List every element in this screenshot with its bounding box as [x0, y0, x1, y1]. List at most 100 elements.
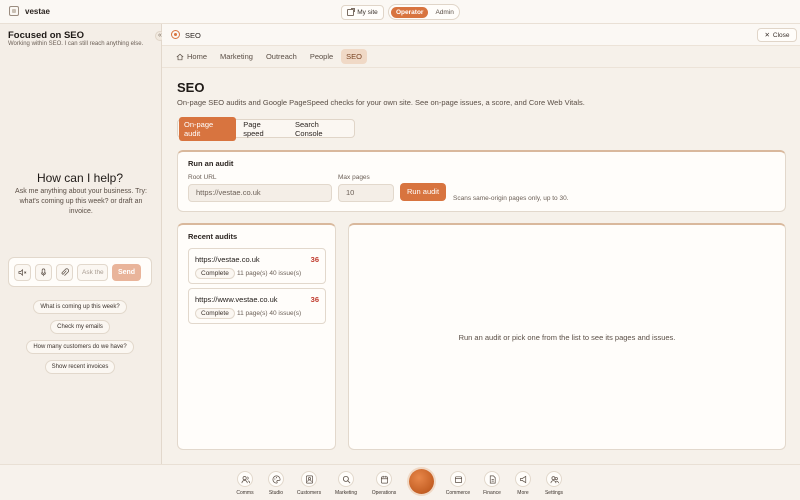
page-header-title: SEO	[185, 31, 201, 40]
audit-url: https://www.vestae.co.uk	[195, 295, 278, 304]
help-subtitle: Ask me anything about your business. Try…	[15, 188, 147, 215]
dock-label: Finance	[483, 490, 501, 496]
suggestion-chip[interactable]: How many customers do we have?	[26, 340, 134, 354]
brand[interactable]: vestae	[9, 6, 50, 16]
run-audit-title: Run an audit	[188, 159, 234, 168]
suggestion-list: What is coming up this week? Check my em…	[0, 300, 160, 380]
dock-label: Commerce	[445, 490, 471, 496]
recent-audits-title: Recent audits	[188, 232, 238, 241]
subtab-on-page-audit[interactable]: On-page audit	[179, 116, 237, 141]
assistant-orb-button[interactable]	[409, 469, 434, 494]
close-button[interactable]: ✕ Close	[757, 28, 797, 42]
audit-list-item[interactable]: https://vestae.co.uk 36 Complete 11 page…	[188, 248, 326, 284]
dock-item-comms[interactable]: Comms	[230, 471, 260, 496]
audit-meta: 11 page(s) 40 issue(s)	[237, 270, 302, 277]
top-bar: vestae My site Operator Admin	[0, 0, 800, 24]
suggestion-chip[interactable]: What is coming up this week?	[33, 300, 127, 314]
audit-list-item[interactable]: https://www.vestae.co.uk 36 Complete 11 …	[188, 288, 326, 324]
calendar-icon	[380, 475, 388, 483]
dock-label: Marketing	[335, 490, 357, 496]
chat-input[interactable]: Ask the	[77, 263, 108, 281]
logo-icon	[9, 6, 19, 16]
tab-marketing[interactable]: Marketing	[215, 49, 258, 64]
microphone-icon	[40, 268, 47, 276]
attach-button[interactable]	[56, 263, 73, 281]
empty-state-message: Run an audit or pick one from the list t…	[458, 333, 676, 342]
close-icon: ✕	[764, 32, 770, 39]
audit-detail-panel: Run an audit or pick one from the list t…	[348, 223, 786, 450]
contact-card-icon	[305, 475, 313, 483]
subtab-search-console[interactable]: Search Console	[290, 117, 353, 141]
dock-item-marketing[interactable]: Marketing	[331, 471, 361, 496]
suggestion-chip[interactable]: Check my emails	[50, 320, 110, 334]
subtab-page-speed[interactable]: Page speed	[238, 117, 288, 141]
focus-title: Focused on SEO	[8, 30, 85, 41]
palette-icon	[272, 475, 280, 483]
tab-people[interactable]: People	[305, 49, 338, 64]
dock-label: More	[517, 490, 529, 496]
app-name: vestae	[25, 6, 50, 16]
suggestion-chip[interactable]: Show recent invoices	[44, 360, 116, 374]
mute-icon	[18, 268, 27, 276]
dock-item-finance[interactable]: Finance	[477, 471, 507, 496]
megaphone-icon	[519, 475, 526, 483]
chat-composer: Ask the Send	[8, 257, 152, 287]
page-title: SEO	[177, 80, 205, 95]
dock-item-studio[interactable]: Studio	[261, 471, 291, 496]
status-badge: Complete	[195, 308, 235, 319]
tab-home-label: Home	[187, 52, 208, 61]
dock-item-commerce[interactable]: Commerce	[443, 471, 473, 496]
audit-meta: 11 page(s) 40 issue(s)	[237, 310, 302, 317]
dock-label: Customers	[296, 490, 322, 496]
audit-score: 36	[310, 255, 319, 264]
role-admin-option[interactable]: Admin	[430, 7, 458, 18]
max-pages-input[interactable]: 10	[338, 184, 394, 202]
help-title: How can I help?	[36, 171, 124, 185]
status-badge: Complete	[195, 268, 235, 279]
seo-icon	[171, 30, 180, 39]
focus-subtitle: Working within SEO. I can still reach an…	[8, 41, 144, 47]
dock-label: Studio	[268, 490, 284, 496]
root-url-input[interactable]: https://vestae.co.uk	[188, 184, 332, 202]
audit-score: 36	[310, 295, 319, 304]
dock-item-operations[interactable]: Operations	[369, 471, 399, 496]
tab-seo[interactable]: SEO	[341, 49, 368, 64]
search-icon	[342, 475, 350, 483]
page-subtitle: On-page SEO audits and Google PageSpeed …	[177, 98, 585, 107]
role-operator-option[interactable]: Operator	[391, 6, 429, 18]
home-icon	[176, 53, 184, 60]
max-pages-label: Max pages	[338, 174, 370, 181]
tab-outreach[interactable]: Outreach	[261, 49, 302, 64]
seo-subtabs: On-page audit Page speed Search Console	[177, 116, 355, 141]
my-site-button[interactable]: My site	[341, 5, 384, 20]
role-toggle[interactable]: Operator Admin	[388, 4, 460, 20]
dock-item-settings[interactable]: Settings	[539, 471, 569, 496]
recent-audits-card: Recent audits https://vestae.co.uk 36 Co…	[177, 223, 336, 450]
dock-item-more[interactable]: More	[508, 471, 538, 496]
mute-button[interactable]	[14, 263, 31, 281]
tab-home[interactable]: Home	[171, 49, 212, 64]
run-audit-button[interactable]: Run audit	[400, 183, 446, 201]
assistant-panel: Focused on SEO Working within SEO. I can…	[0, 24, 165, 464]
dock-label: Operations	[371, 490, 397, 496]
people-icon	[241, 475, 250, 483]
dock-label: Settings	[544, 490, 564, 496]
external-link-icon	[347, 8, 356, 16]
page-header: SEO ✕ Close	[162, 24, 800, 46]
my-site-label: My site	[357, 9, 378, 16]
dock-item-customers[interactable]: Customers	[294, 471, 324, 496]
bottom-dock: Comms Studio Customers Marketing Operati…	[0, 464, 800, 500]
audit-url: https://vestae.co.uk	[195, 255, 260, 264]
section-tabs: Home Marketing Outreach People SEO	[162, 46, 800, 68]
root-url-label: Root URL	[188, 174, 217, 181]
users-icon	[550, 475, 559, 483]
dock-label: Comms	[236, 490, 254, 496]
run-audit-hint: Scans same-origin pages only, up to 30.	[453, 195, 569, 202]
paperclip-icon	[61, 267, 69, 276]
run-audit-card: Run an audit Root URL https://vestae.co.…	[177, 150, 786, 212]
cart-icon	[454, 475, 462, 483]
send-button[interactable]: Send	[112, 263, 141, 281]
close-label: Close	[772, 31, 790, 39]
document-icon	[489, 475, 496, 483]
microphone-button[interactable]	[35, 263, 52, 281]
